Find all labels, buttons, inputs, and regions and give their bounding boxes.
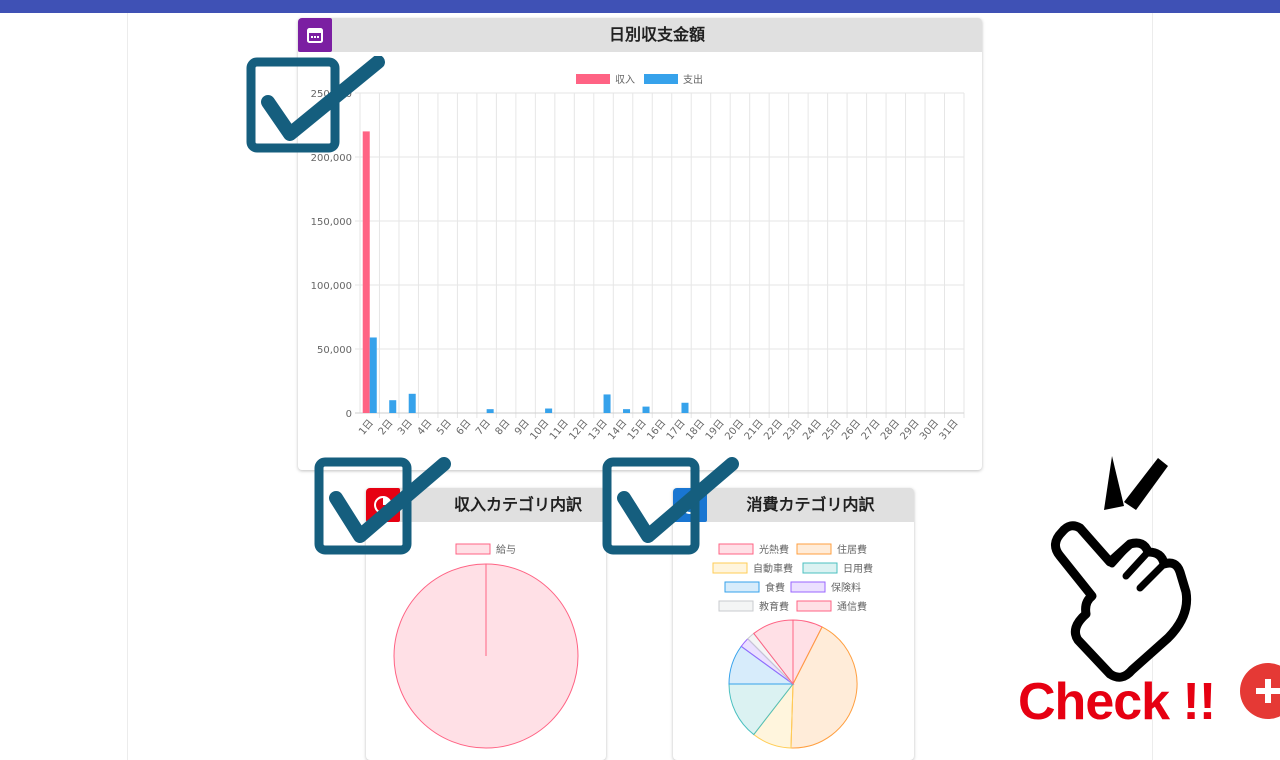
- x-tick-label: 20日: [723, 418, 746, 442]
- bar-expense: [642, 406, 650, 413]
- bar-expense: [369, 337, 377, 413]
- bar-expense: [603, 394, 611, 413]
- x-tick-label: 10日: [528, 418, 551, 442]
- legend-label: 保険料: [831, 581, 861, 594]
- legend-label: 給与: [496, 543, 516, 556]
- check-mark-icon: [602, 457, 739, 555]
- legend-swatch: [724, 581, 760, 593]
- x-tick-label: 5日: [435, 418, 454, 438]
- legend-label: 通信費: [837, 600, 867, 613]
- legend-label: 収入: [615, 74, 635, 86]
- legend-label: 光熱費: [759, 543, 789, 556]
- y-tick-label: 50,000: [317, 345, 352, 356]
- x-tick-label: 19日: [704, 418, 727, 442]
- x-tick-label: 4日: [416, 418, 435, 438]
- x-tick-label: 11日: [548, 418, 571, 442]
- x-tick-label: 29日: [899, 418, 922, 442]
- bar-expense: [623, 409, 631, 413]
- bar-expense: [486, 409, 494, 413]
- x-tick-label: 23日: [782, 418, 805, 442]
- x-tick-label: 31日: [938, 418, 961, 442]
- x-tick-label: 12日: [567, 418, 590, 442]
- legend-swatch: [455, 543, 491, 555]
- x-tick-label: 21日: [743, 418, 766, 442]
- tap-hand-icon: [1051, 456, 1192, 682]
- x-tick-label: 27日: [860, 418, 883, 442]
- daily-balance-card: 日別収支金額 収入 支出 0 50,000 100,000 150,000 200,000 2…: [298, 18, 982, 470]
- bar-income: [362, 131, 370, 413]
- legend-label: 支出: [683, 73, 703, 86]
- legend-swatch: [802, 562, 838, 574]
- x-tick-label: 16日: [645, 418, 668, 442]
- legend-swatch: [712, 562, 748, 574]
- x-tick-label: 26日: [840, 418, 863, 442]
- bar-expense: [408, 393, 416, 413]
- check-mark-icon: [314, 457, 451, 555]
- x-tick-label: 7日: [474, 418, 493, 438]
- legend-label: 教育費: [759, 600, 789, 613]
- x-tick-label: 18日: [684, 418, 707, 442]
- legend-swatch: [796, 600, 832, 612]
- daily-bar-chart: 収入 支出050,000100,000150,000200,000250,0001…: [311, 73, 965, 442]
- legend-swatch: [790, 581, 826, 593]
- legend-label: 日用費: [843, 562, 873, 575]
- legend-label: 自動車費: [753, 562, 793, 575]
- x-tick-label: 22日: [762, 418, 785, 442]
- legend-swatch: [718, 600, 754, 612]
- x-tick-label: 8日: [493, 418, 512, 438]
- y-tick-label: 100,000: [311, 281, 352, 292]
- plus-icon[interactable]: [1240, 662, 1280, 720]
- x-tick-label: 3日: [396, 418, 415, 438]
- legend-label: 食費: [765, 581, 785, 594]
- legend-swatch: [576, 74, 610, 84]
- x-tick-label: 13日: [587, 418, 610, 442]
- legend-label: 住居費: [837, 543, 867, 556]
- x-tick-label: 24日: [801, 418, 824, 442]
- check-mark-icon: [246, 56, 385, 153]
- x-tick-label: 1日: [357, 418, 376, 438]
- x-tick-label: 14日: [606, 418, 629, 442]
- bar-expense: [681, 402, 689, 413]
- layout-guide-left: [127, 13, 128, 760]
- x-tick-label: 17日: [665, 418, 688, 442]
- y-tick-label: 150,000: [311, 217, 352, 228]
- bar-expense: [545, 408, 553, 413]
- x-tick-label: 25日: [821, 418, 844, 442]
- legend-swatch: [644, 74, 678, 84]
- x-tick-label: 15日: [626, 418, 649, 442]
- x-tick-label: 6日: [455, 418, 474, 438]
- legend-swatch: [796, 543, 832, 555]
- bar-expense: [389, 400, 397, 413]
- x-tick-label: 28日: [879, 418, 902, 442]
- check-label: Check !!: [1018, 673, 1216, 731]
- x-tick-label: 2日: [377, 418, 396, 438]
- y-tick-label: 0: [346, 409, 352, 420]
- x-tick-label: 30日: [918, 418, 941, 442]
- top-app-bar: [0, 0, 1280, 13]
